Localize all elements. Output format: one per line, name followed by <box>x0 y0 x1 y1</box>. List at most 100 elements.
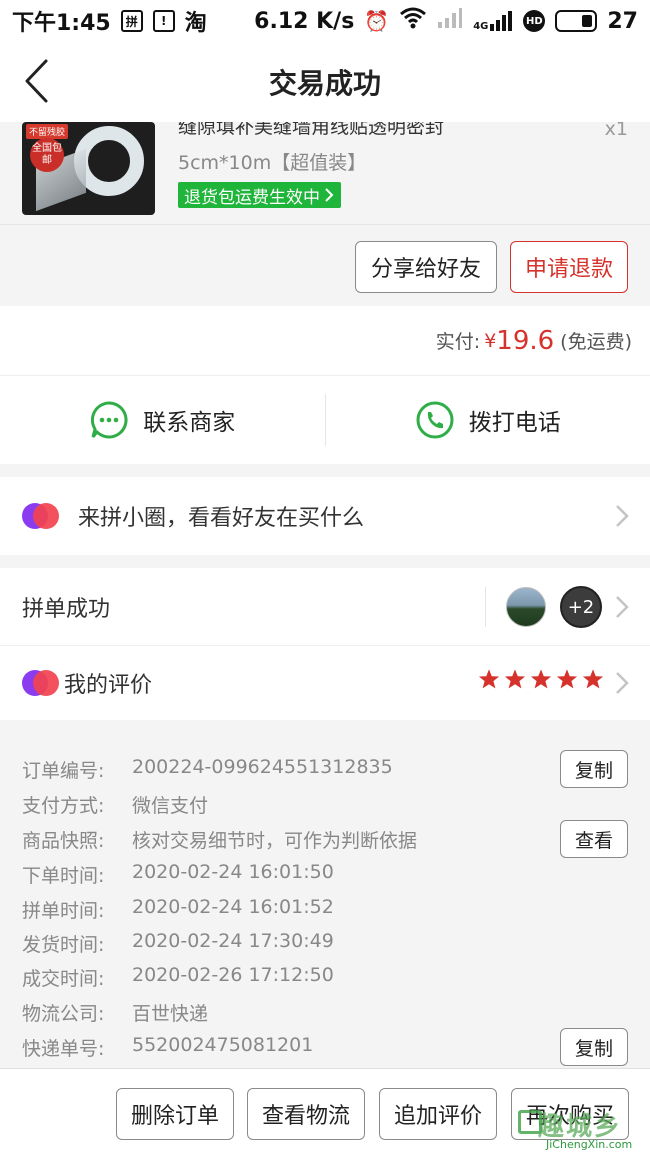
review-logo-icon <box>22 670 59 696</box>
battery-icon <box>555 10 598 32</box>
order-time-row: 下单时间: 2020-02-24 16:01:50 <box>22 861 334 888</box>
tracking-row: 快递单号: 552002475081201 <box>22 1034 313 1061</box>
call-phone-button[interactable]: 拨打电话 <box>326 376 650 464</box>
chevron-left-icon <box>25 59 48 103</box>
wifi-icon <box>399 7 427 35</box>
order-actions: 分享给好友 申请退款 <box>0 224 650 306</box>
group-time-value: 2020-02-24 16:01:52 <box>132 896 334 918</box>
star-icon <box>478 669 500 689</box>
snapshot-row: 商品快照: 核对交易细节时，可作为判断依据 <box>22 826 417 853</box>
contact-merchant-button[interactable]: 联系商家 <box>0 376 325 464</box>
call-phone-label: 拨打电话 <box>468 410 561 436</box>
order-time-value: 2020-02-24 16:01:50 <box>132 861 334 883</box>
group-success-label: 拼单成功 <box>22 596 111 622</box>
taobao-notification-icon: 淘 <box>184 11 207 36</box>
status-bar: 下午1:45 拼 ! 淘 6.12 K/s ⏰ 4G HD 27 <box>0 0 650 42</box>
friends-circle-entry[interactable]: 来拼小圈，看看好友在买什么 <box>0 477 650 555</box>
pay-method-value: 微信支付 <box>132 795 209 817</box>
courier-value: 百世快递 <box>132 1003 209 1025</box>
star-icon <box>504 669 526 689</box>
order-number-row: 订单编号: 200224-099624551312835 <box>22 756 393 783</box>
view-logistics-button[interactable]: 查看物流 <box>247 1088 365 1140</box>
ship-time-value: 2020-02-24 17:30:49 <box>132 930 334 952</box>
shipping-note: (免运费) <box>560 331 632 353</box>
add-review-button[interactable]: 追加评价 <box>379 1088 497 1140</box>
my-review-row[interactable]: 我的评价 <box>0 646 650 720</box>
nav-bar: 交易成功 <box>0 42 650 122</box>
order-details: 订单编号: 200224-099624551312835 复制 支付方式: 微信… <box>0 734 650 1068</box>
avatar-divider <box>485 587 486 627</box>
contact-merchant-label: 联系商家 <box>143 410 236 436</box>
watermark-sub: JiChengXin.com <box>546 1138 633 1151</box>
hd-icon: HD <box>523 10 546 32</box>
snapshot-key: 商品快照: <box>22 830 105 852</box>
review-stars <box>478 668 604 690</box>
alarm-icon: ⏰ <box>364 9 390 33</box>
group-success-row[interactable]: 拼单成功 +2 <box>0 568 650 646</box>
return-policy-text: 退货包运费生效中 <box>184 187 320 208</box>
site-watermark: 趣城乡 JiChengXin.com <box>512 1104 650 1154</box>
product-title: 缝隙填补美缝墙角线贴透明密封 <box>178 122 445 138</box>
page-title: 交易成功 <box>268 67 381 100</box>
phone-icon <box>416 401 454 439</box>
signal-icon <box>437 7 463 35</box>
back-button[interactable] <box>22 56 62 106</box>
chat-icon <box>91 401 128 439</box>
deal-time-value: 2020-02-26 17:12:50 <box>132 964 334 986</box>
deal-time-key: 成交时间: <box>22 968 105 990</box>
chevron-right-icon <box>616 672 629 694</box>
network-speed: 6.12 K/s <box>254 8 355 34</box>
deal-time-row: 成交时间: 2020-02-26 17:12:50 <box>22 964 334 991</box>
chevron-right-icon <box>616 505 629 527</box>
thumb-badge: 全国包邮 <box>30 138 64 172</box>
product-quantity: x1 <box>604 122 628 140</box>
my-review-label: 我的评价 <box>64 673 153 698</box>
product-card[interactable]: 不留残胶 全国包邮 缝隙填补美缝墙角线贴透明密封 x1 5cm*10m【超值装】… <box>0 122 650 230</box>
ship-time-key: 发货时间: <box>22 934 105 956</box>
courier-key: 物流公司: <box>22 1003 105 1025</box>
signal-4g-icon: 4G <box>473 10 513 32</box>
group-time-row: 拼单时间: 2020-02-24 16:01:52 <box>22 896 334 923</box>
copy-order-number-button[interactable]: 复制 <box>560 750 628 788</box>
battery-level: 27 <box>607 8 638 34</box>
group-review-section: 拼单成功 +2 我的评价 <box>0 568 650 720</box>
group-time-key: 拼单时间: <box>22 900 105 922</box>
paid-amount: 19.6 <box>496 325 555 356</box>
pay-method-key: 支付方式: <box>22 795 105 817</box>
copy-tracking-button[interactable]: 复制 <box>560 1028 628 1066</box>
snapshot-value: 核对交易细节时，可作为判断依据 <box>132 830 418 852</box>
tracking-value: 552002475081201 <box>132 1034 314 1056</box>
delete-order-button[interactable]: 删除订单 <box>116 1088 234 1140</box>
contact-bar: 联系商家 拨打电话 <box>0 376 650 464</box>
circle-logo-icon <box>22 503 59 529</box>
star-icon <box>556 669 578 689</box>
pay-method-row: 支付方式: 微信支付 <box>22 791 208 818</box>
star-icon <box>530 669 552 689</box>
circle-entry-text: 来拼小圈，看看好友在买什么 <box>78 506 365 531</box>
order-number-key: 订单编号: <box>22 760 105 782</box>
payment-summary: 实付: ¥ 19.6 (免运费) <box>0 306 650 376</box>
ship-time-row: 发货时间: 2020-02-24 17:30:49 <box>22 930 334 957</box>
courier-row: 物流公司: 百世快递 <box>22 999 208 1026</box>
return-policy-tag[interactable]: 退货包运费生效中 <box>178 182 341 208</box>
paid-label: 实付: <box>435 331 481 353</box>
share-button[interactable]: 分享给好友 <box>355 241 497 293</box>
chevron-right-icon <box>616 595 629 618</box>
thumb-tag: 不留残胶 <box>26 124 69 139</box>
status-time: 下午1:45 <box>12 11 111 36</box>
star-icon <box>582 669 604 689</box>
chevron-right-icon <box>325 188 334 202</box>
group-avatars: +2 <box>485 586 602 628</box>
alert-notification-icon: ! <box>152 10 175 32</box>
product-spec: 5cm*10m【超值装】 <box>178 152 367 174</box>
tracking-key: 快递单号: <box>22 1038 105 1060</box>
avatar-extra-count: +2 <box>560 586 602 628</box>
pdd-notification-icon: 拼 <box>120 10 143 32</box>
product-thumbnail[interactable]: 不留残胶 全国包邮 <box>22 122 155 215</box>
currency-symbol: ¥ <box>484 329 497 352</box>
refund-button[interactable]: 申请退款 <box>510 241 628 293</box>
order-time-key: 下单时间: <box>22 865 105 887</box>
order-number-value: 200224-099624551312835 <box>132 756 393 778</box>
avatar <box>506 587 546 627</box>
view-snapshot-button[interactable]: 查看 <box>560 820 628 858</box>
